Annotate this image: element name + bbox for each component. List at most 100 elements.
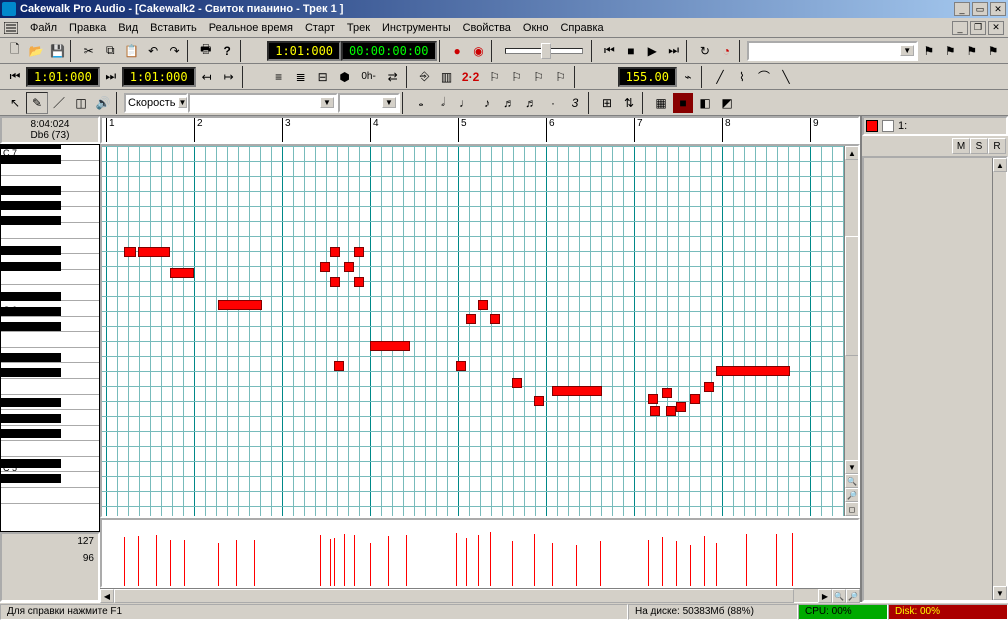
mdi-restore-button[interactable]: ❐	[970, 21, 986, 35]
snap-button[interactable]: ⊞	[596, 92, 618, 114]
flag3-button[interactable]: ⚐	[528, 66, 550, 88]
track-scroll-down[interactable]: ▼	[993, 586, 1007, 600]
redo-button[interactable]: ↷	[164, 40, 185, 62]
rev-button[interactable]: ⇄	[382, 66, 404, 88]
offset-display[interactable]: 0h-	[356, 66, 382, 88]
note[interactable]	[320, 262, 330, 272]
print-button[interactable]: 🖶	[195, 40, 216, 62]
velocity-bar[interactable]	[776, 534, 777, 586]
velocity-bar[interactable]	[388, 536, 389, 586]
zoom-out-v-icon[interactable]: 🔎	[845, 488, 859, 502]
vscroll-thumb[interactable]	[845, 236, 859, 356]
velocity-bar[interactable]	[466, 538, 467, 586]
dur-eighth[interactable]: ♪	[476, 92, 498, 114]
note[interactable]	[170, 268, 194, 278]
grid-vscroll[interactable]: ▲ ▼ 🔍 🔎 ◻	[844, 146, 858, 516]
zoom-out-h-icon[interactable]: 🔎	[846, 589, 860, 603]
velocity-bar[interactable]	[456, 533, 457, 586]
mdi-minimize-button[interactable]: _	[952, 21, 968, 35]
scrub-tool[interactable]: 🔊	[92, 92, 114, 114]
note[interactable]	[490, 314, 500, 324]
position-slider[interactable]	[505, 48, 583, 54]
loop-button[interactable]: ↻	[694, 40, 715, 62]
velocity-bar[interactable]	[184, 540, 185, 586]
dur-whole[interactable]: 𝅝	[410, 92, 432, 114]
note[interactable]	[330, 277, 340, 287]
mdi-close-button[interactable]: ✕	[988, 21, 1004, 35]
erase-tool[interactable]: ◫	[70, 92, 92, 114]
arrow-tool[interactable]: ↖	[4, 92, 26, 114]
velocity-bar[interactable]	[746, 534, 747, 586]
velocity-pane[interactable]	[100, 518, 860, 588]
menu-Вид[interactable]: Вид	[112, 22, 144, 34]
velocity-bar[interactable]	[138, 536, 139, 586]
play-button[interactable]: ▶	[642, 40, 663, 62]
note[interactable]	[648, 394, 658, 404]
dur-16th[interactable]: ♬	[498, 92, 520, 114]
velocity-bar[interactable]	[124, 537, 125, 586]
hex-button[interactable]: ⬢	[334, 66, 356, 88]
track-s-button[interactable]: S	[970, 138, 988, 154]
dur-half[interactable]: 𝅗𝅥	[432, 92, 454, 114]
maximize-button[interactable]: ▭	[972, 2, 988, 16]
note[interactable]	[344, 262, 354, 272]
track-vscroll[interactable]: ▲ ▼	[992, 158, 1006, 600]
velocity-bar[interactable]	[534, 534, 535, 586]
value-dropdown[interactable]: ▼	[338, 93, 400, 113]
help-button[interactable]: ?	[217, 40, 238, 62]
to-counter[interactable]: 1:01:000	[122, 67, 196, 87]
note[interactable]	[666, 406, 676, 416]
note[interactable]	[534, 396, 544, 406]
time-counter[interactable]: 00:00:00:00	[341, 41, 436, 61]
scroll-right-icon[interactable]: ▶	[818, 589, 832, 603]
note[interactable]	[676, 402, 686, 412]
position-counter[interactable]: 1:01:000	[267, 41, 341, 61]
zoom-reset-icon[interactable]: ◻	[845, 502, 859, 516]
velocity-bar[interactable]	[792, 533, 793, 586]
velocity-bar[interactable]	[320, 535, 321, 586]
view-b-button[interactable]: ◧	[694, 92, 716, 114]
scroll-up-icon[interactable]: ▲	[845, 146, 859, 160]
forward-button[interactable]: ⏭	[663, 40, 684, 62]
dur-quarter[interactable]: ♩	[454, 92, 476, 114]
note[interactable]	[370, 341, 410, 351]
velocity-bar[interactable]	[704, 536, 705, 586]
velocity-bar[interactable]	[344, 534, 345, 586]
align-r-button[interactable]: ⊟	[312, 66, 334, 88]
velocity-bar[interactable]	[676, 541, 677, 586]
line-tool-d[interactable]: ╲	[775, 66, 797, 88]
controller-dropdown[interactable]: ▼	[188, 93, 338, 113]
flag2-button[interactable]: ⚐	[506, 66, 528, 88]
velocity-bar[interactable]	[690, 545, 691, 586]
note[interactable]	[512, 378, 522, 388]
zoom-in-h-icon[interactable]: 🔍	[832, 589, 846, 603]
paste-button[interactable]: 📋	[121, 40, 142, 62]
line-tool-a[interactable]: ╱	[709, 66, 731, 88]
velocity-bar[interactable]	[648, 540, 649, 586]
view-c-button[interactable]: ◩	[716, 92, 738, 114]
velocity-bar[interactable]	[552, 543, 553, 586]
note[interactable]	[124, 247, 136, 257]
flag1-button[interactable]: ⚐	[484, 66, 506, 88]
hscroll-thumb[interactable]	[114, 589, 794, 603]
tempo-tool-button[interactable]: ⌁	[677, 66, 699, 88]
velocity-bar[interactable]	[170, 540, 171, 586]
sel-a-button[interactable]: ⎆	[414, 66, 436, 88]
line-tool-b[interactable]: ⌇	[731, 66, 753, 88]
velocity-bar[interactable]	[254, 540, 255, 586]
note[interactable]	[456, 361, 466, 371]
note[interactable]	[466, 314, 476, 324]
grid-hscroll[interactable]: ◀ ▶ 🔍 🔎	[100, 588, 860, 602]
pencil-tool[interactable]: ✎	[26, 92, 48, 114]
velocity-bar[interactable]	[662, 537, 663, 586]
zoom-in-v-icon[interactable]: 🔍	[845, 474, 859, 488]
menu-Вставить[interactable]: Вставить	[144, 22, 203, 34]
velocity-bar[interactable]	[478, 535, 479, 586]
note[interactable]	[650, 406, 660, 416]
velocity-bar[interactable]	[354, 535, 355, 586]
scroll-down-icon[interactable]: ▼	[845, 460, 859, 474]
marker-d-button[interactable]: ⚑	[982, 40, 1003, 62]
stop-button[interactable]: ■	[620, 40, 641, 62]
note[interactable]	[552, 386, 602, 396]
velocity-bar[interactable]	[576, 545, 577, 586]
